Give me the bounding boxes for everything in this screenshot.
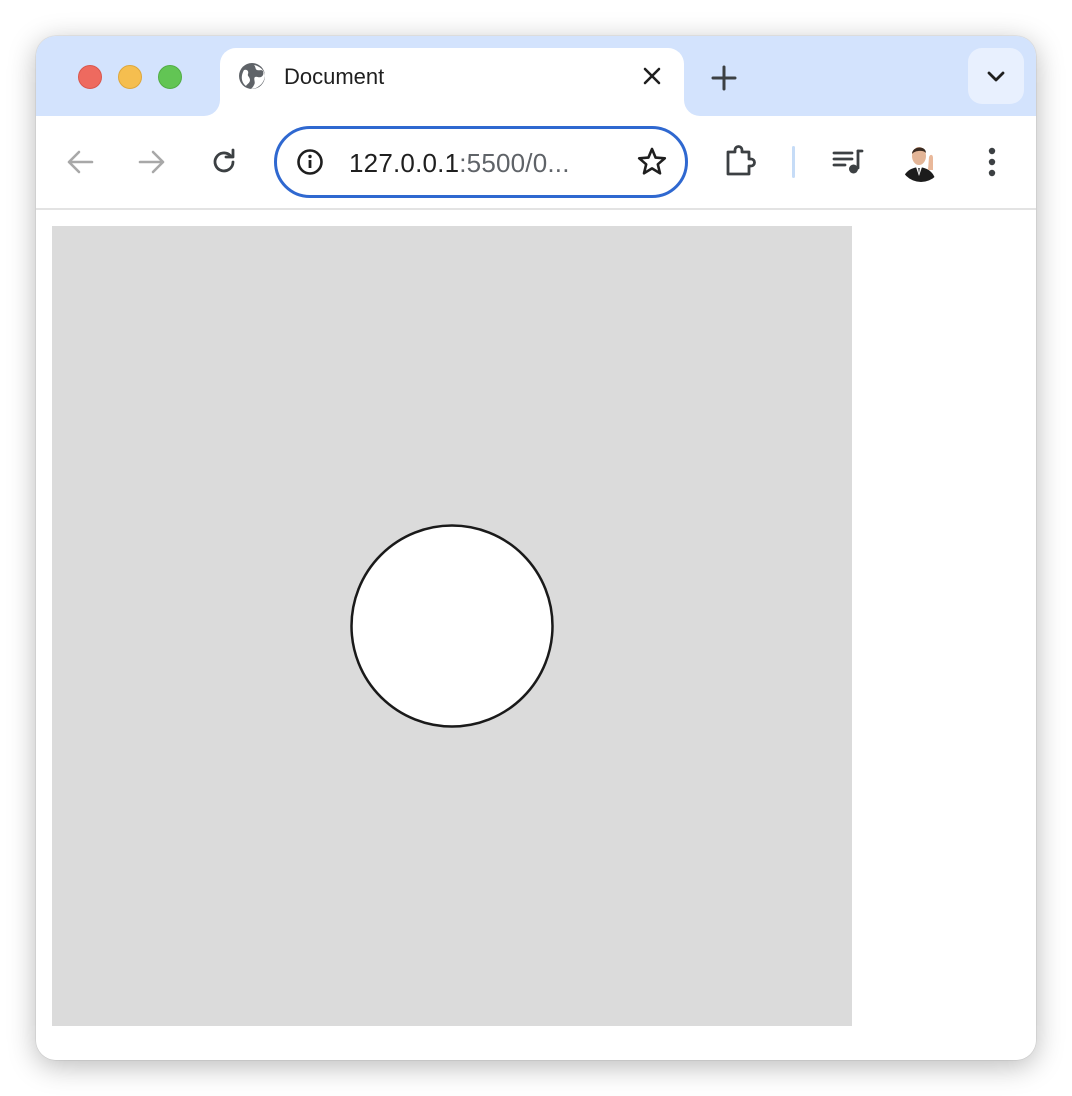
- star-icon[interactable]: [635, 145, 669, 179]
- circle-shape: [350, 524, 554, 728]
- address-bar[interactable]: 127.0.0.1:5500/0...: [274, 126, 688, 198]
- chevron-down-icon: [987, 71, 1005, 82]
- new-tab-button[interactable]: [706, 60, 742, 96]
- tab-close-button[interactable]: [638, 62, 666, 90]
- window-minimize-button[interactable]: [118, 65, 142, 89]
- tab-document[interactable]: Document: [220, 48, 684, 116]
- playlist-music-icon: [832, 149, 864, 174]
- profile-avatar-image: [900, 140, 942, 182]
- plus-icon: [711, 65, 737, 91]
- puzzle-icon: [726, 145, 756, 176]
- toolbar-divider: [792, 146, 795, 178]
- reload-icon: [213, 148, 235, 173]
- info-icon[interactable]: [295, 147, 325, 177]
- drawing-canvas[interactable]: [52, 226, 852, 1026]
- url-host: 127.0.0.1: [349, 148, 460, 178]
- back-button[interactable]: [60, 142, 100, 182]
- toolbar: 127.0.0.1:5500/0...: [36, 116, 1036, 210]
- tab-title: Document: [284, 64, 385, 89]
- profile-avatar[interactable]: [900, 140, 942, 182]
- window-close-button[interactable]: [78, 65, 102, 89]
- tab-search-button[interactable]: [968, 48, 1024, 104]
- window-maximize-button[interactable]: [158, 65, 182, 89]
- url-path: :5500/0...: [459, 148, 570, 178]
- tab-strip: Document: [36, 36, 1036, 116]
- vertical-dots-icon: [988, 147, 996, 177]
- forward-button[interactable]: [132, 142, 172, 182]
- browser-window: Document 127.0.0.1:5500/0...: [36, 36, 1036, 1060]
- media-controls-button[interactable]: [828, 142, 868, 182]
- menu-button[interactable]: [972, 142, 1012, 182]
- url-text[interactable]: 127.0.0.1:5500/0...: [349, 147, 570, 179]
- page-viewport: [36, 210, 1036, 1060]
- globe-icon: [239, 63, 265, 89]
- close-icon: [643, 67, 661, 85]
- extensions-button[interactable]: [720, 142, 760, 182]
- arrow-left-icon: [67, 150, 94, 174]
- reload-button[interactable]: [204, 142, 244, 182]
- arrow-right-icon: [138, 150, 165, 174]
